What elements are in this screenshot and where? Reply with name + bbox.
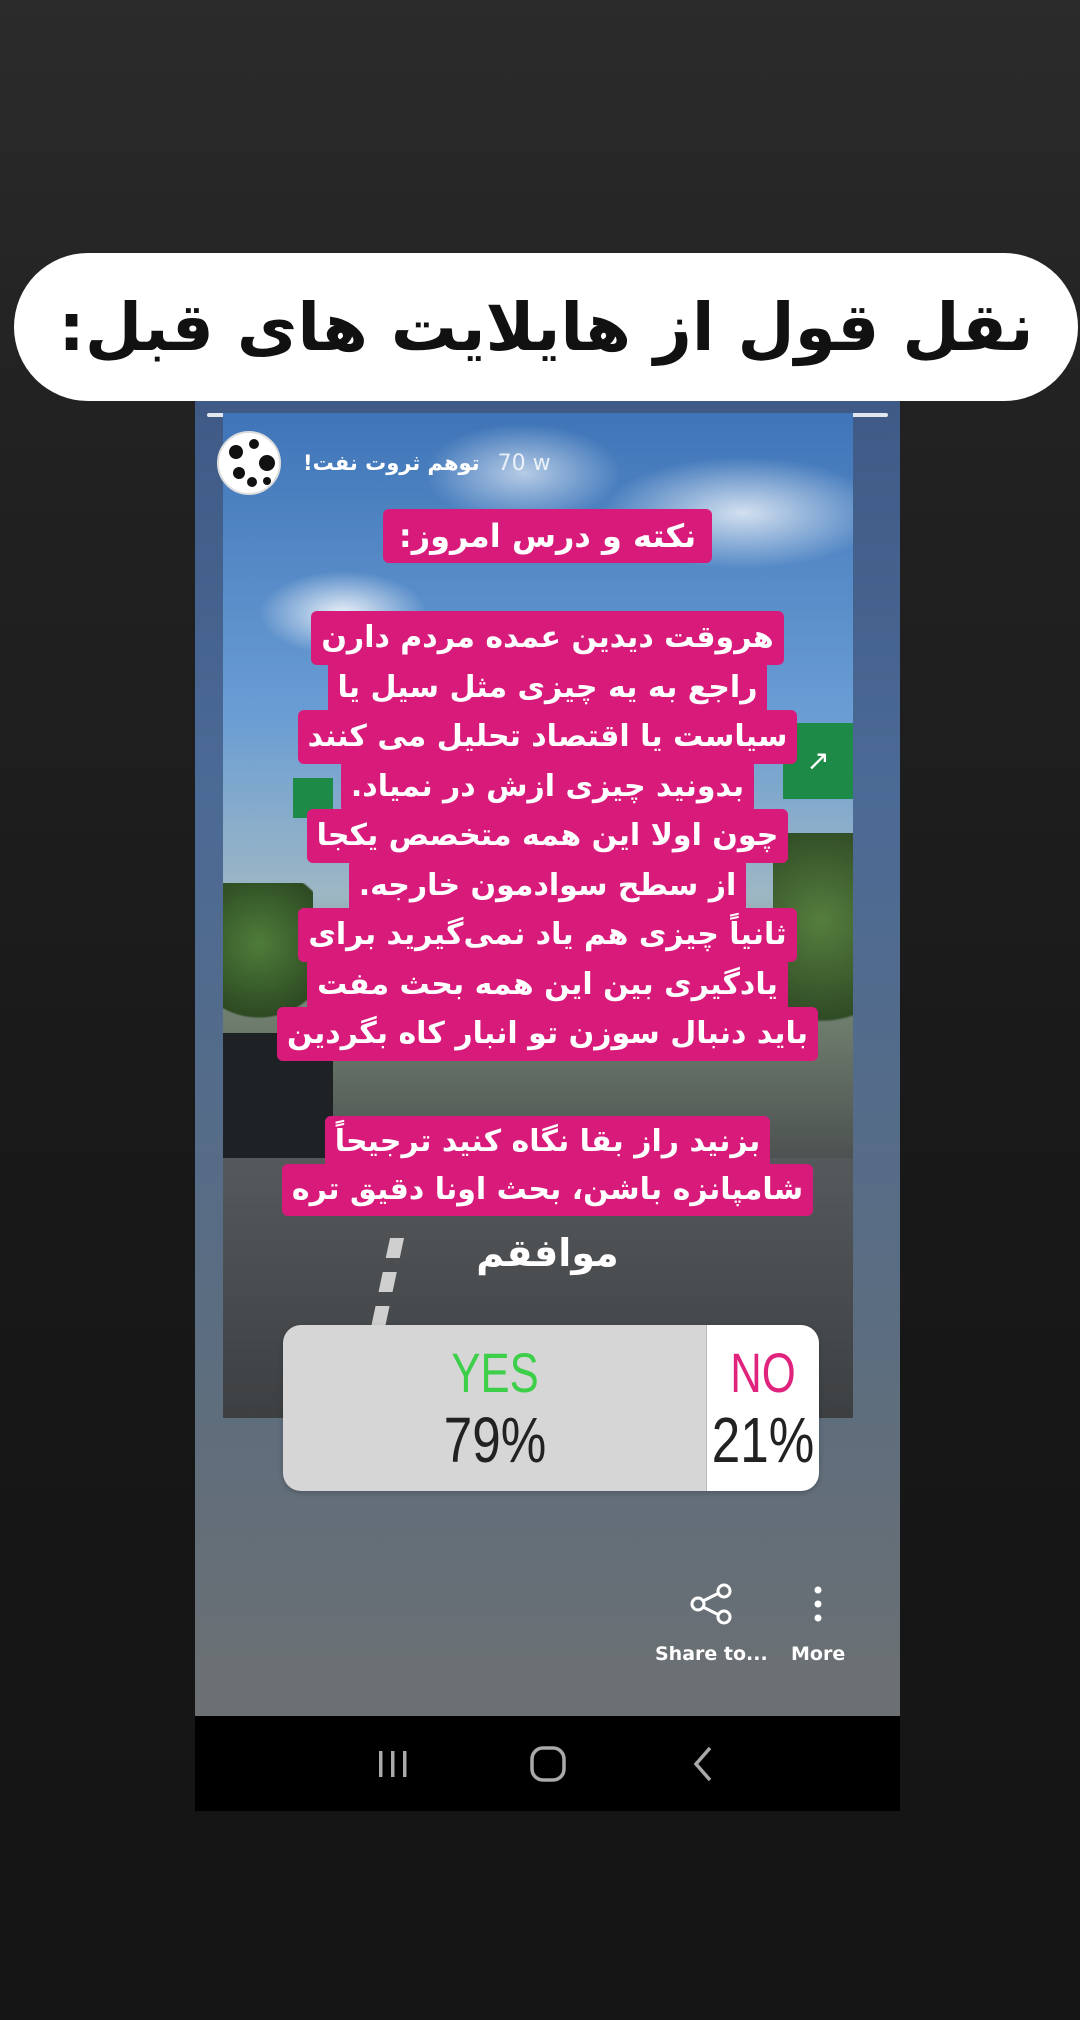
- caption-line: شامپانزه باشن، بحث اونا دقیق تره: [281, 1164, 814, 1216]
- system-navigation-bar: [195, 1716, 900, 1811]
- poll-yes-label: YES: [451, 1341, 539, 1404]
- back-chevron-icon: [693, 1746, 711, 1781]
- avatar[interactable]: [217, 431, 281, 495]
- caption-line: چون اولا این همه متخصص یکجا: [306, 809, 789, 863]
- poll-no-percent: 21%: [711, 1404, 815, 1476]
- story-timestamp: 70 w: [497, 450, 551, 476]
- caption-line: بدونید چیزی ازش در نمیاد.: [340, 759, 755, 813]
- banner-title: نقل قول از هایلایت های قبل:: [58, 288, 1034, 366]
- caption-line: بزنید راز بقا نگاه کنید ترجیحاً: [324, 1116, 771, 1168]
- caption-line: باید دنبال سوزن تو انبار کاه بگردین: [276, 1007, 819, 1061]
- poll-option-no[interactable]: NO 21%: [706, 1325, 819, 1491]
- story-caption-title: نکته و درس امروز:: [195, 509, 900, 563]
- quote-banner: نقل قول از هایلایت های قبل:: [14, 253, 1078, 401]
- share-label: Share to...: [655, 1643, 768, 1665]
- caption-line: راجع به یه چیزی مثل سیل یا: [327, 660, 768, 714]
- share-icon: [690, 1583, 732, 1625]
- poll-yes-percent: 79%: [443, 1404, 546, 1476]
- more-label: More: [791, 1643, 846, 1665]
- poll-question: موافقم: [476, 1231, 619, 1275]
- poll-no-label: NO: [730, 1341, 796, 1404]
- home-icon: [529, 1745, 566, 1782]
- story-viewer[interactable]: ↗ توهم ثروت نفت! 70 w نکته و درس امروز: …: [195, 401, 900, 1716]
- caption-line: یادگیری بین این همه بحث مفت: [307, 957, 788, 1011]
- recent-apps-button[interactable]: [363, 1734, 423, 1794]
- poll-widget[interactable]: YES 79% NO 21%: [283, 1325, 819, 1491]
- caption-line: از سطح سوادمون خارجه.: [348, 858, 747, 912]
- share-button[interactable]: Share to...: [655, 1583, 768, 1665]
- back-button[interactable]: [673, 1734, 733, 1794]
- caption-line: سیاست یا اقتصاد تحلیل می کنند: [297, 710, 798, 764]
- story-username[interactable]: توهم ثروت نفت!: [303, 451, 480, 475]
- caption-line: ثانیاً چیزی هم یاد نمی‌گیرید برای: [298, 908, 797, 962]
- story-caption-body: هروقت دیدین عمده مردم دارن راجع به یه چی…: [195, 611, 900, 1061]
- story-caption-body-2: بزنید راز بقا نگاه کنید ترجیحاً شامپانزه…: [195, 1116, 900, 1216]
- poll-option-yes[interactable]: YES 79%: [283, 1325, 707, 1491]
- more-vertical-icon: [814, 1586, 822, 1622]
- more-button[interactable]: More: [791, 1583, 845, 1665]
- caption-line: هروقت دیدین عمده مردم دارن: [311, 611, 784, 665]
- recent-apps-icon: [378, 1750, 406, 1777]
- story-header[interactable]: توهم ثروت نفت! 70 w: [217, 431, 597, 495]
- home-button[interactable]: [518, 1734, 578, 1794]
- caption-title-text: نکته و درس امروز:: [382, 509, 713, 563]
